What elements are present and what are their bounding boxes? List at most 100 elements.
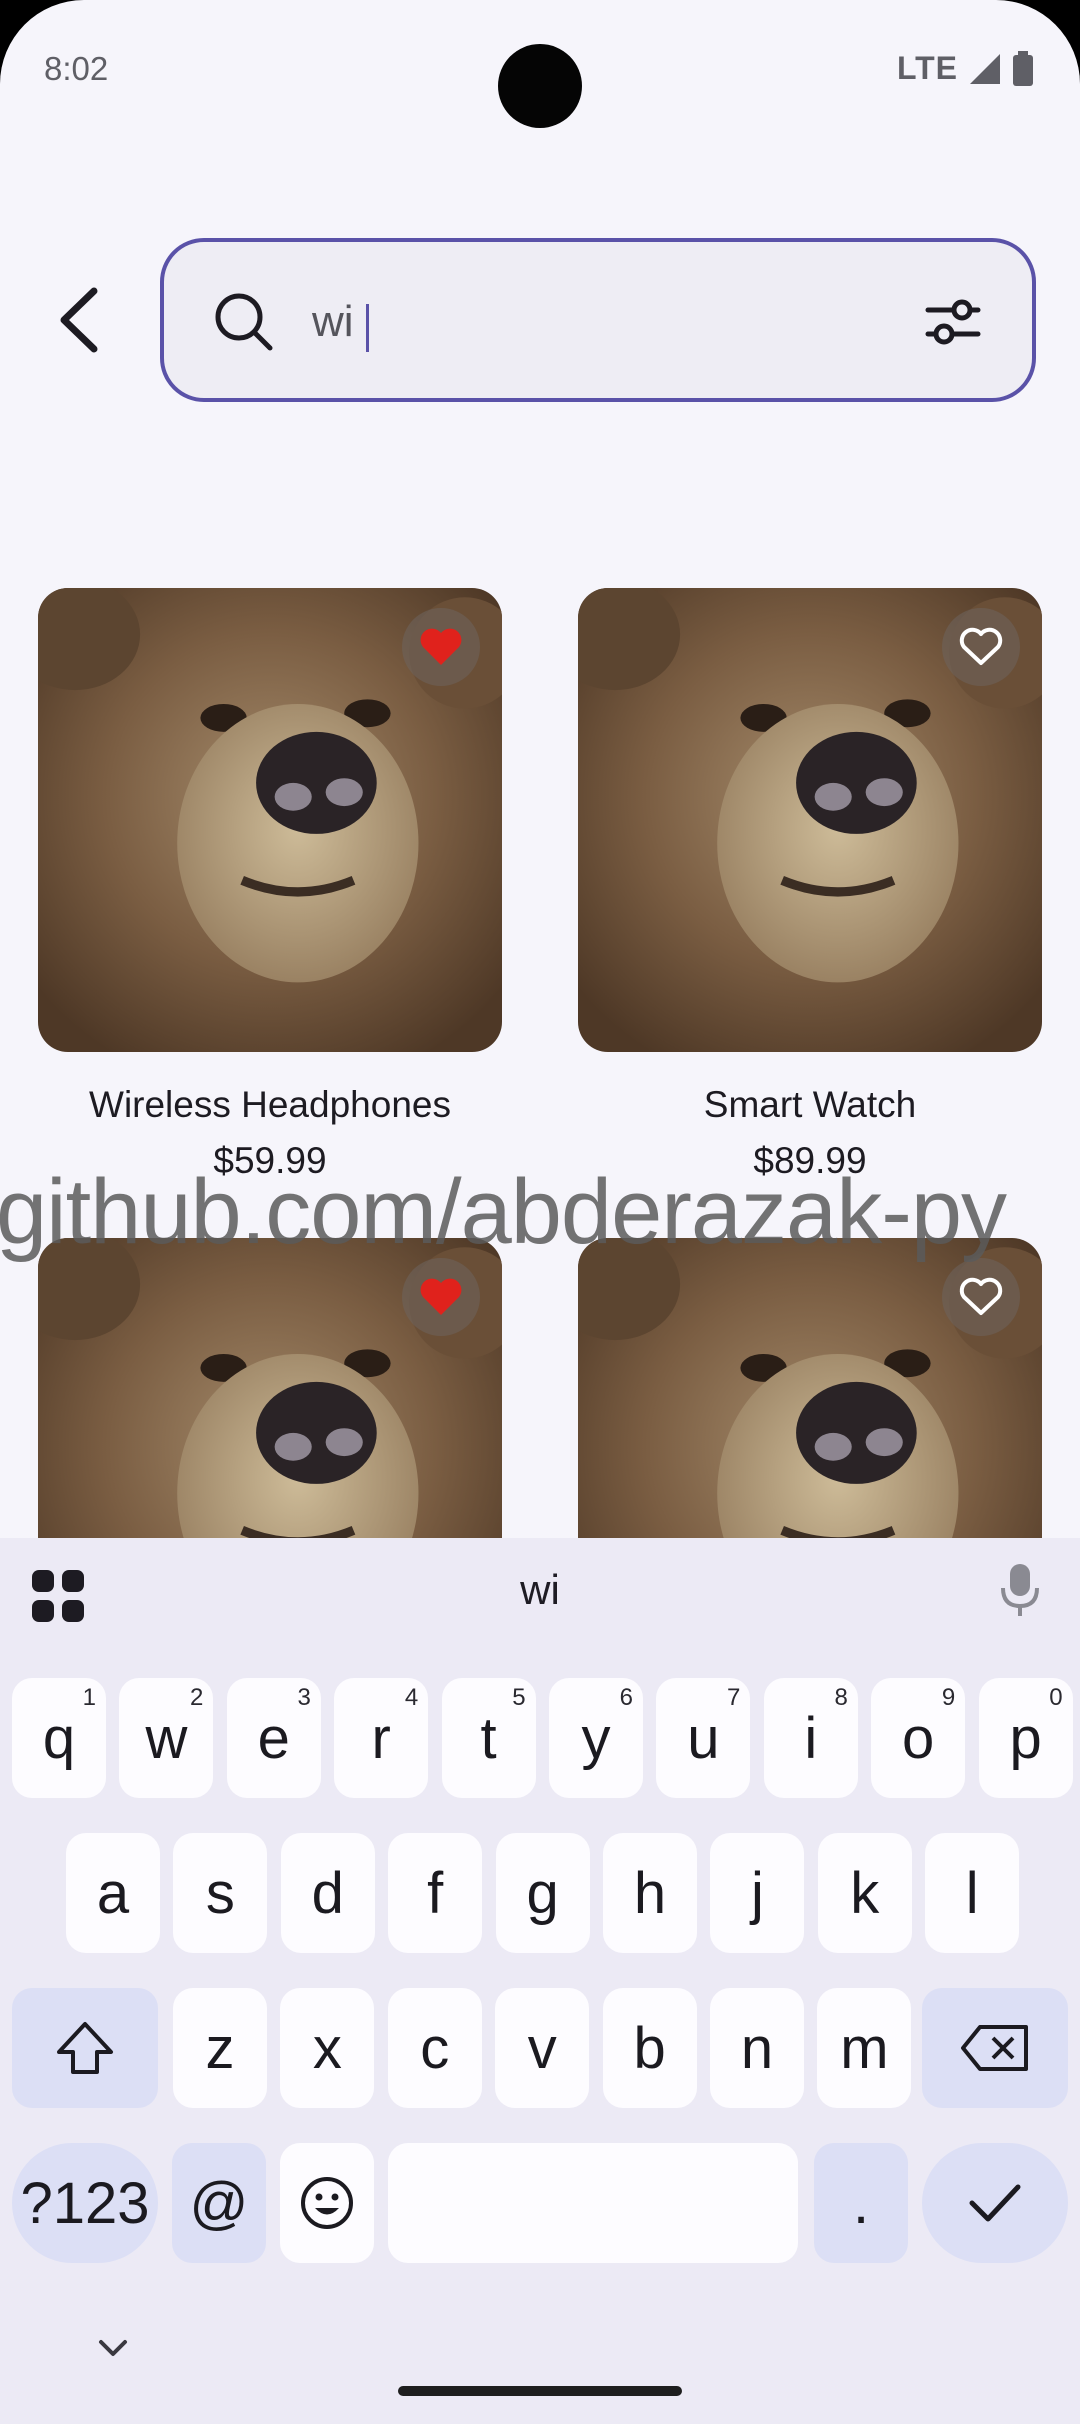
emoji-key[interactable] (280, 2143, 374, 2263)
key-label: q (42, 1705, 76, 1771)
key-label: d (311, 1860, 344, 1926)
key-label: g (526, 1860, 559, 1926)
key-label: o (902, 1705, 935, 1771)
key-m[interactable]: m (817, 1988, 912, 2108)
key-p[interactable]: p0 (978, 1678, 1073, 1798)
key-label: u (687, 1705, 720, 1771)
favorite-button[interactable] (402, 608, 480, 686)
key-z[interactable]: z (173, 1988, 267, 2108)
search-icon (215, 293, 273, 351)
key-label: t (480, 1705, 497, 1771)
key-i[interactable]: i8 (763, 1678, 858, 1798)
key-label: l (965, 1860, 979, 1926)
at-key[interactable]: @ (172, 2143, 266, 2263)
key-w[interactable]: w2 (119, 1678, 214, 1798)
key-hint: 1 (82, 1684, 96, 1711)
key-s[interactable]: s (173, 1833, 268, 1953)
search-field[interactable] (160, 238, 1036, 402)
key-label: v (527, 2015, 557, 2081)
key-hint: 4 (404, 1684, 419, 1711)
key-label: ?123 (20, 2170, 150, 2236)
key-l[interactable]: l (925, 1833, 1020, 1953)
period-key[interactable]: . (814, 2143, 908, 2263)
key-o[interactable]: o9 (871, 1678, 966, 1798)
key-label: f (427, 1860, 444, 1926)
key-v[interactable]: v (495, 1988, 590, 2108)
search-input[interactable] (312, 286, 872, 358)
key-q[interactable]: q1 (12, 1678, 106, 1798)
key-t[interactable]: t5 (441, 1678, 536, 1798)
key-hint: 7 (727, 1684, 741, 1711)
suggestion-chip[interactable]: wi (440, 1566, 640, 1614)
key-label: . (852, 2170, 870, 2236)
shift-key[interactable] (12, 1988, 158, 2108)
status-indicators: LTE (897, 50, 1034, 87)
key-k[interactable]: k (817, 1833, 912, 1953)
back-button[interactable] (48, 280, 108, 360)
key-label: s (205, 1860, 235, 1926)
home-indicator[interactable] (398, 2386, 682, 2396)
network-type: LTE (896, 50, 958, 86)
filter-icon[interactable] (924, 296, 982, 348)
backspace-icon (961, 2025, 1028, 2071)
key-label: n (740, 2015, 774, 2081)
checkmark-icon (969, 2184, 1021, 2222)
heart-filled-icon (420, 1278, 462, 1315)
soft-keyboard: wi q 1 w 2 e 3 r 4 t 5 y 6 u 7 i 8 o 9 p 0 a s d f g h j k l z x c v b n m?… (0, 1538, 1080, 2424)
key-hint: 0 (1049, 1684, 1063, 1711)
battery-icon (1013, 50, 1033, 86)
key-label: j (750, 1860, 764, 1926)
key-n[interactable]: n (710, 1988, 804, 2108)
key-hint: 6 (619, 1684, 633, 1711)
symbols-key[interactable]: ?123 (12, 2143, 158, 2263)
enter-key[interactable] (922, 2143, 1068, 2263)
favorite-button[interactable] (402, 1258, 480, 1336)
key-r[interactable]: r4 (334, 1678, 429, 1798)
shift-icon (57, 2022, 113, 2074)
key-hint: 2 (190, 1684, 204, 1711)
text-cursor (366, 304, 369, 352)
key-d[interactable]: d (280, 1833, 375, 1953)
key-f[interactable]: f (388, 1833, 483, 1953)
key-b[interactable]: b (602, 1988, 697, 2108)
heart-outline-icon (959, 627, 1003, 665)
key-hint: 5 (512, 1684, 526, 1711)
app-screen: 8:02 LTE wi Wireless Headphones $59.99 S… (0, 0, 1080, 2424)
key-h[interactable]: h (603, 1833, 697, 1953)
favorite-button[interactable] (942, 608, 1020, 686)
emoji-icon (301, 2177, 353, 2229)
key-label: x (312, 2015, 342, 2081)
favorite-button[interactable] (942, 1258, 1020, 1336)
key-label: p (1009, 1705, 1042, 1771)
key-label: i (804, 1705, 818, 1771)
keyboard-hide-chevron-icon[interactable] (98, 2338, 128, 2358)
key-hint: 3 (297, 1684, 311, 1711)
key-label: @ (189, 2170, 249, 2236)
key-y[interactable]: y6 (549, 1678, 643, 1798)
key-g[interactable]: g (495, 1833, 590, 1953)
key-x[interactable]: x (280, 1988, 375, 2108)
key-label: z (205, 2015, 235, 2081)
status-time: 8:02 (44, 50, 109, 87)
back-arrow-icon (60, 287, 98, 353)
microphone-icon[interactable] (1000, 1562, 1040, 1618)
key-c[interactable]: c (387, 1988, 482, 2108)
backspace-key[interactable] (922, 1988, 1068, 2108)
key-e[interactable]: e3 (226, 1678, 321, 1798)
camera-cutout (498, 44, 582, 128)
key-a[interactable]: a (66, 1833, 160, 1953)
apps-grid-icon[interactable] (30, 1568, 86, 1624)
product-name: Smart Watch (703, 1084, 917, 1125)
key-label: a (96, 1860, 130, 1926)
key-label: w (145, 1705, 188, 1771)
key-j[interactable]: j (710, 1833, 805, 1953)
key-u[interactable]: u7 (656, 1678, 751, 1798)
space-key[interactable] (388, 2143, 798, 2263)
key-label: e (257, 1705, 290, 1771)
heart-outline-icon (959, 1277, 1003, 1315)
key-label: r (371, 1705, 391, 1771)
watermark: github.com/abderazak-py (0, 1161, 1007, 1263)
key-label: h (633, 1860, 667, 1926)
key-label: y (581, 1705, 611, 1771)
key-label: c (420, 2015, 450, 2081)
